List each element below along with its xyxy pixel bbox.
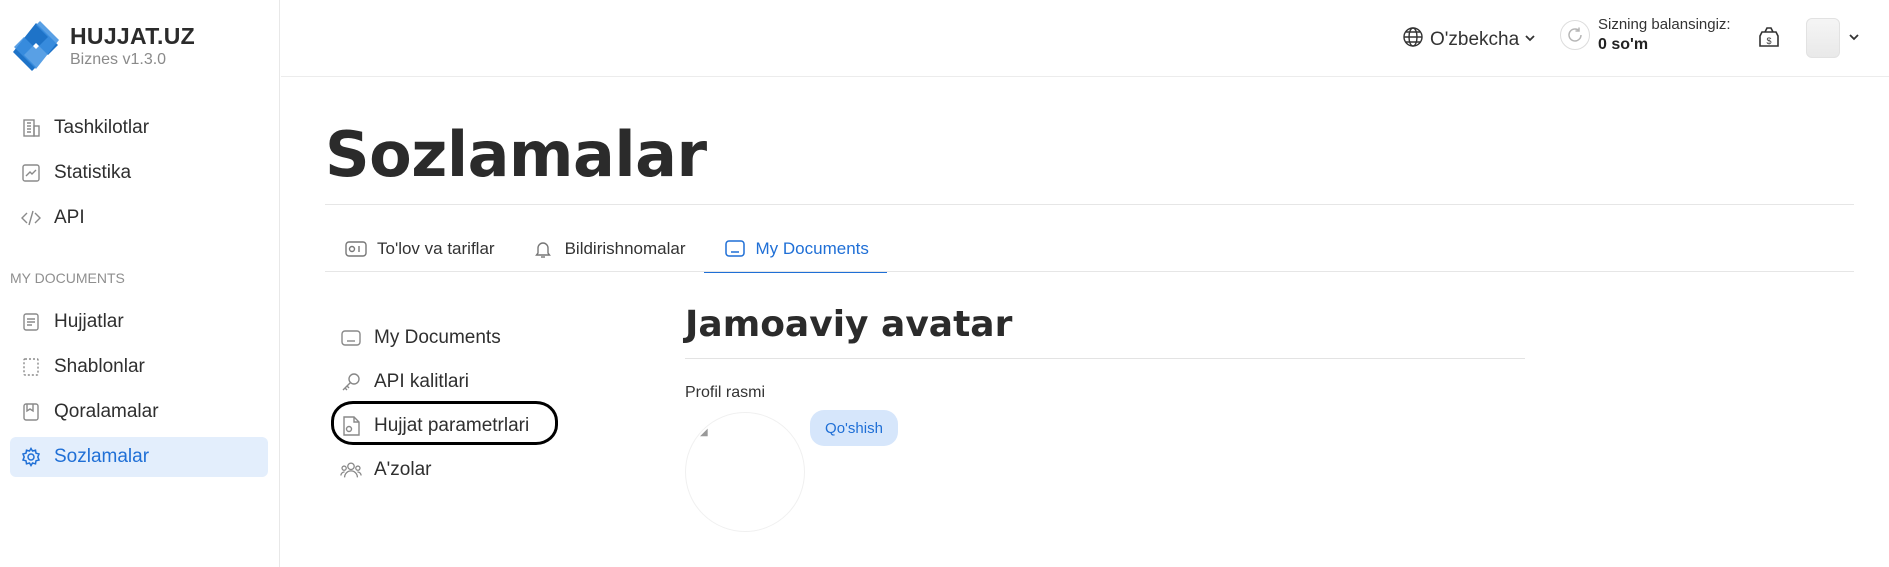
sidebar-item-statistika[interactable]: Statistika	[10, 153, 268, 193]
sidebar-item-tashkilotlar[interactable]: Tashkilotlar	[10, 108, 268, 148]
users-icon	[340, 459, 362, 481]
sidebar-item-shablonlar[interactable]: Shablonlar	[10, 347, 268, 387]
divider	[325, 204, 1854, 205]
sidebar-item-qoralamalar[interactable]: Qoralamalar	[10, 392, 268, 432]
sidebar-item-sozlamalar[interactable]: Sozlamalar	[10, 437, 268, 477]
content-panel: Jamoaviy avatar Profil rasmi ◢ Qo'shish	[685, 304, 1525, 532]
subnav-item-label: API kalitlari	[374, 371, 470, 392]
draft-icon	[20, 401, 42, 423]
field-label: Profil rasmi	[685, 384, 766, 401]
sidebar-item-label: Qoralamalar	[54, 401, 159, 422]
section-heading: Jamoaviy avatar	[685, 304, 1013, 345]
chevron-down-icon	[1524, 31, 1536, 49]
add-button[interactable]: Qo'shish	[810, 410, 898, 446]
balance-caption: Sizning balansingiz:	[1598, 16, 1731, 33]
sidebar-item-label: Sozlamalar	[54, 446, 150, 467]
wallet-icon	[345, 238, 367, 260]
balance-amount: 0 so'm	[1598, 35, 1649, 53]
subnav-item-azolar[interactable]: A'zolar	[340, 448, 570, 492]
key-icon	[340, 371, 362, 393]
sidebar-section-label: MY DOCUMENTS	[10, 270, 125, 286]
sidebar-item-label: Shablonlar	[54, 356, 145, 377]
refresh-icon[interactable]	[1560, 20, 1590, 51]
sidebar-item-label: Statistika	[54, 162, 132, 183]
globe-icon	[1402, 26, 1424, 53]
sidebar-nav-documents: Hujjatlar Shablonlar Qoralamalar Sozlama…	[10, 302, 268, 482]
settings-subnav: My Documents API kalitlari Hujjat parame…	[340, 316, 570, 492]
sidebar-nav-main: Tashkilotlar Statistika API	[10, 108, 268, 243]
monitor-icon	[340, 327, 362, 349]
monitor-icon	[724, 238, 746, 260]
tabs-divider	[325, 271, 1854, 272]
sidebar-item-label: API	[54, 207, 85, 228]
subnav-item-api-kalitlari[interactable]: API kalitlari	[340, 360, 570, 404]
chart-icon	[20, 162, 42, 184]
sidebar-item-label: Tashkilotlar	[54, 117, 150, 138]
bell-icon	[533, 238, 555, 260]
language-label: O'zbekcha	[1430, 28, 1520, 50]
sidebar: HUJJAT.UZ Biznes v1.3.0 Tashkilotlar Sta…	[0, 0, 280, 567]
document-icon	[20, 311, 42, 333]
template-icon	[20, 356, 42, 378]
subnav-item-label: A'zolar	[374, 459, 432, 480]
logo-mark-icon	[10, 20, 62, 72]
tab-my-documents[interactable]: My Documents	[703, 226, 888, 273]
sidebar-item-api[interactable]: API	[10, 198, 268, 238]
sidebar-item-label: Hujjatlar	[54, 311, 124, 332]
settings-tabs: To'lov va tariflar Bildirishnomalar My D…	[325, 226, 888, 273]
brand-logo[interactable]: HUJJAT.UZ Biznes v1.3.0	[10, 20, 195, 72]
broken-image-icon: ◢	[700, 427, 708, 438]
building-icon	[20, 117, 42, 139]
user-avatar[interactable]	[1806, 18, 1840, 58]
subnav-item-label: My Documents	[374, 327, 501, 348]
tab-bildirishnomalar[interactable]: Bildirishnomalar	[513, 226, 704, 272]
svg-text:$: $	[1766, 36, 1771, 46]
subnav-item-label: Hujjat parametrlari	[374, 415, 530, 436]
wallet-icon[interactable]: $	[1756, 24, 1782, 50]
brand-version: Biznes v1.3.0	[70, 50, 167, 68]
subnav-item-hujjat-parametrlari[interactable]: Hujjat parametrlari	[340, 404, 570, 448]
language-selector[interactable]: O'zbekcha	[1402, 26, 1536, 53]
chevron-down-icon[interactable]	[1848, 30, 1860, 48]
page-title: Sozlamalar	[325, 118, 707, 191]
code-icon	[20, 207, 42, 229]
tab-label: Bildirishnomalar	[564, 239, 686, 258]
tab-label: To'lov va tariflar	[377, 239, 495, 258]
file-settings-icon	[340, 415, 362, 437]
profile-image: ◢	[685, 412, 805, 532]
subnav-item-my-documents[interactable]: My Documents	[340, 316, 570, 360]
sidebar-item-hujjatlar[interactable]: Hujjatlar	[10, 302, 268, 342]
balance-widget: Sizning balansingiz: 0 so'm	[1560, 16, 1731, 55]
divider	[685, 358, 1525, 359]
settings-icon	[20, 446, 42, 468]
tab-tolov-va-tariflar[interactable]: To'lov va tariflar	[325, 226, 513, 272]
tab-label: My Documents	[755, 239, 869, 258]
brand-title: HUJJAT.UZ	[70, 22, 195, 49]
